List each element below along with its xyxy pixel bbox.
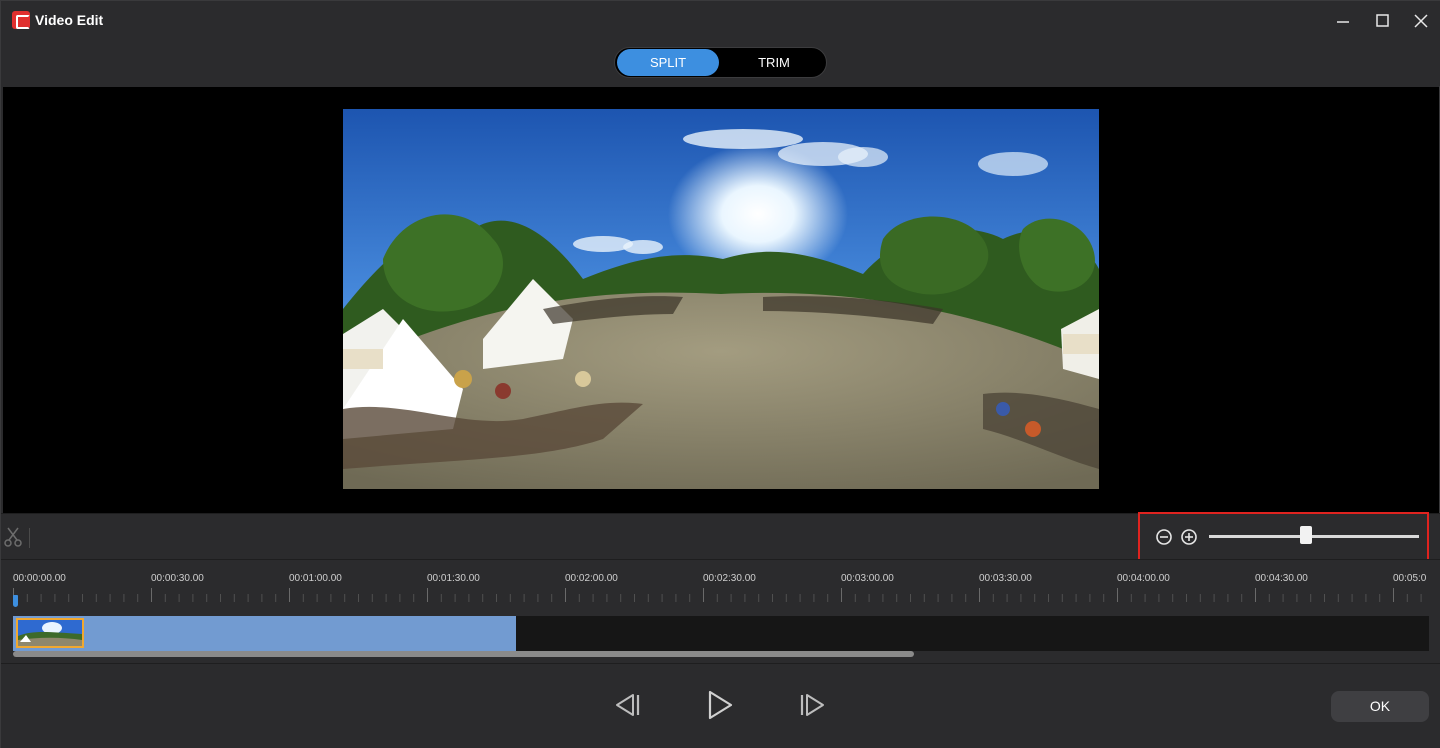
zoom-slider-thumb[interactable]: [1300, 526, 1312, 544]
tab-split[interactable]: SPLIT: [617, 49, 719, 76]
scissors-icon: [4, 527, 22, 547]
timeline-tick-label: 00:04:00.00: [1117, 573, 1170, 584]
next-frame-button[interactable]: [797, 688, 831, 722]
video-frame-image: [343, 109, 1099, 489]
timeline-tick-label: 00:02:30.00: [703, 573, 756, 584]
timeline-tick-label: 00:00:30.00: [151, 573, 204, 584]
play-button[interactable]: [703, 688, 737, 722]
timeline-tick-label: 00:05:0: [1393, 573, 1427, 584]
clip-thumbnail: [16, 618, 84, 648]
video-track: [13, 616, 1429, 651]
timeline-zoom-control: [1138, 512, 1429, 561]
previous-frame-icon: [616, 694, 640, 716]
timeline-tick-label: 00:02:00.00: [565, 573, 618, 584]
toolbar-divider: [29, 528, 30, 548]
maximize-icon: [1376, 14, 1389, 27]
minimize-icon: [1337, 21, 1349, 23]
title-bar: Video Edit: [1, 1, 1440, 39]
video-edit-window: Video Edit SPLIT TRIM 00:00:00.00 00:00:…: [0, 0, 1440, 748]
play-icon: [708, 690, 733, 720]
timeline-ruler[interactable]: 00:00:00.00 00:00:30.00 00:01:00.00 00:01:3…: [13, 560, 1429, 608]
previous-frame-button[interactable]: [609, 688, 643, 722]
maximize-button[interactable]: [1373, 11, 1393, 31]
close-button[interactable]: [1411, 11, 1431, 31]
ruler-ticks: [13, 588, 1422, 602]
timeline-tick-label: 00:00:00.00: [13, 573, 66, 584]
timeline-tick-label: 00:04:30.00: [1255, 573, 1308, 584]
next-frame-icon: [800, 694, 824, 716]
zoom-in-button[interactable]: [1180, 528, 1198, 546]
timeline: 00:00:00.00 00:00:30.00 00:01:00.00 00:01:3…: [1, 559, 1440, 663]
app-logo-icon: [12, 11, 30, 29]
close-icon: [1414, 14, 1428, 28]
window-title: Video Edit: [35, 12, 104, 28]
video-frame-illustration: [343, 109, 1099, 489]
video-preview: [3, 87, 1439, 513]
timeline-tick-label: 00:01:00.00: [289, 573, 342, 584]
video-clip[interactable]: [13, 616, 516, 651]
ok-button[interactable]: OK: [1331, 691, 1429, 722]
mode-bar: SPLIT TRIM: [1, 39, 1440, 86]
timeline-tick-label: 00:01:30.00: [427, 573, 480, 584]
playback-controls: OK: [1, 663, 1440, 748]
zoom-out-button[interactable]: [1155, 528, 1173, 546]
playhead-marker[interactable]: [13, 595, 18, 607]
timeline-tick-label: 00:03:30.00: [979, 573, 1032, 584]
split-scissors-button[interactable]: [4, 526, 22, 548]
edit-toolbar: [1, 512, 1440, 561]
zoom-in-icon: [1181, 529, 1197, 545]
minimize-button[interactable]: [1333, 11, 1353, 31]
timeline-tick-label: 00:03:00.00: [841, 573, 894, 584]
zoom-out-icon: [1156, 529, 1172, 545]
mode-toggle: SPLIT TRIM: [614, 47, 827, 78]
zoom-slider-track[interactable]: [1209, 535, 1419, 538]
timeline-scrollbar[interactable]: [13, 651, 914, 657]
tab-trim[interactable]: TRIM: [723, 49, 825, 76]
